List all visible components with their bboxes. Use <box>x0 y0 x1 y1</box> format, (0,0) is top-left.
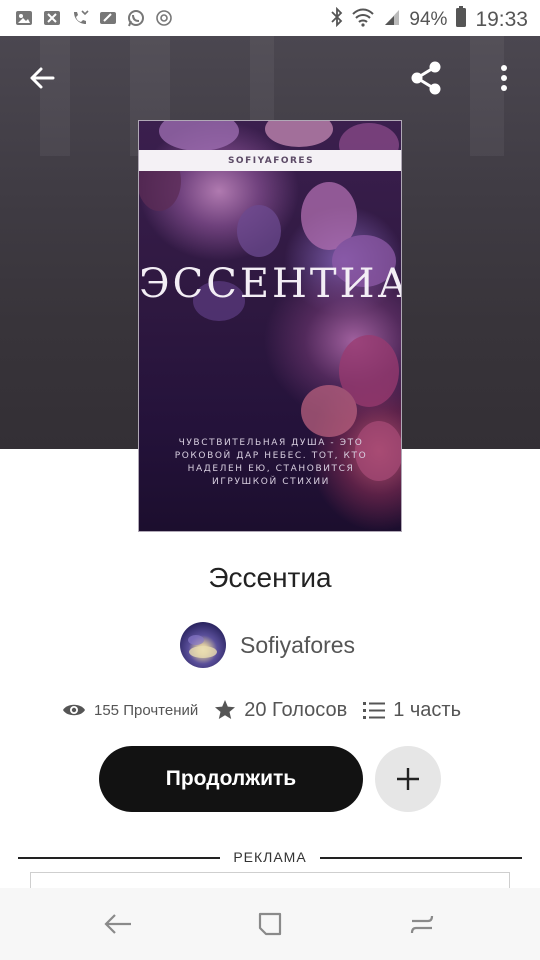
nav-back-button[interactable] <box>94 900 142 948</box>
eye-icon <box>63 704 85 716</box>
back-button[interactable] <box>18 54 66 102</box>
wifi-icon <box>351 7 375 33</box>
system-nav-bar <box>0 888 540 960</box>
book-cover[interactable]: SOFIYAFORES ЭССЕНТИА ЧУВСТВИТЕЛЬНАЯ ДУША… <box>138 120 402 532</box>
ad-divider-left <box>18 857 220 859</box>
cleaner-icon <box>98 8 118 28</box>
bluetooth-icon <box>331 6 343 33</box>
back-arrow-icon <box>30 67 55 89</box>
votes-stat: 20 Голосов <box>214 699 347 722</box>
star-icon <box>215 700 236 719</box>
plus-icon <box>397 768 419 790</box>
image-x-icon <box>42 8 62 28</box>
target-icon <box>154 8 174 28</box>
reads-count: 155 Прочтений <box>94 701 199 719</box>
nav-recents-icon <box>258 912 282 936</box>
notification-icons <box>14 8 174 28</box>
parts-count: 1 часть <box>393 698 462 721</box>
clock: 19:33 <box>475 8 528 31</box>
cover-author-band: SOFIYAFORES <box>139 150 401 171</box>
battery-icon <box>455 6 467 34</box>
cover-title: ЭССЕНТИА <box>139 261 402 307</box>
nav-home-icon <box>410 915 434 934</box>
nav-home-button[interactable] <box>398 900 446 948</box>
more-button[interactable] <box>480 54 528 102</box>
author-name[interactable]: Sofiyafores <box>240 632 355 659</box>
add-to-library-button[interactable] <box>375 746 441 812</box>
story-title: Эссентиа <box>208 562 332 593</box>
list-icon <box>363 702 386 719</box>
avatar[interactable] <box>180 622 226 668</box>
continue-reading-button[interactable]: Продолжить <box>99 746 363 812</box>
battery-percent: 94% <box>409 9 448 30</box>
nav-back-icon <box>104 914 131 934</box>
nav-recents-button[interactable] <box>246 900 294 948</box>
missed-call-icon <box>70 8 90 28</box>
ad-label: РЕКЛАМА <box>233 849 307 865</box>
author-row[interactable]: Sofiyafores <box>180 622 355 668</box>
signal-icon <box>383 7 401 33</box>
gallery-icon <box>14 8 34 28</box>
more-vertical-icon <box>501 65 507 91</box>
share-icon <box>411 61 441 95</box>
story-stats: 155 Прочтений 20 Голосов 1 часть <box>62 696 477 724</box>
reads-stat: 155 Прочтений <box>62 702 198 719</box>
status-bar: 94% 19:33 <box>0 0 540 36</box>
cover-tagline: ЧУВСТВИТЕЛЬНАЯ ДУША - ЭТО РОКОВОЙ ДАР НЕ… <box>174 438 368 487</box>
whatsapp-icon <box>126 8 146 28</box>
share-button[interactable] <box>402 54 450 102</box>
ad-divider-right <box>320 857 522 859</box>
system-status: 94% 19:33 <box>331 6 528 34</box>
votes-count: 20 Голосов <box>244 698 348 721</box>
parts-stat: 1 часть <box>363 699 461 722</box>
